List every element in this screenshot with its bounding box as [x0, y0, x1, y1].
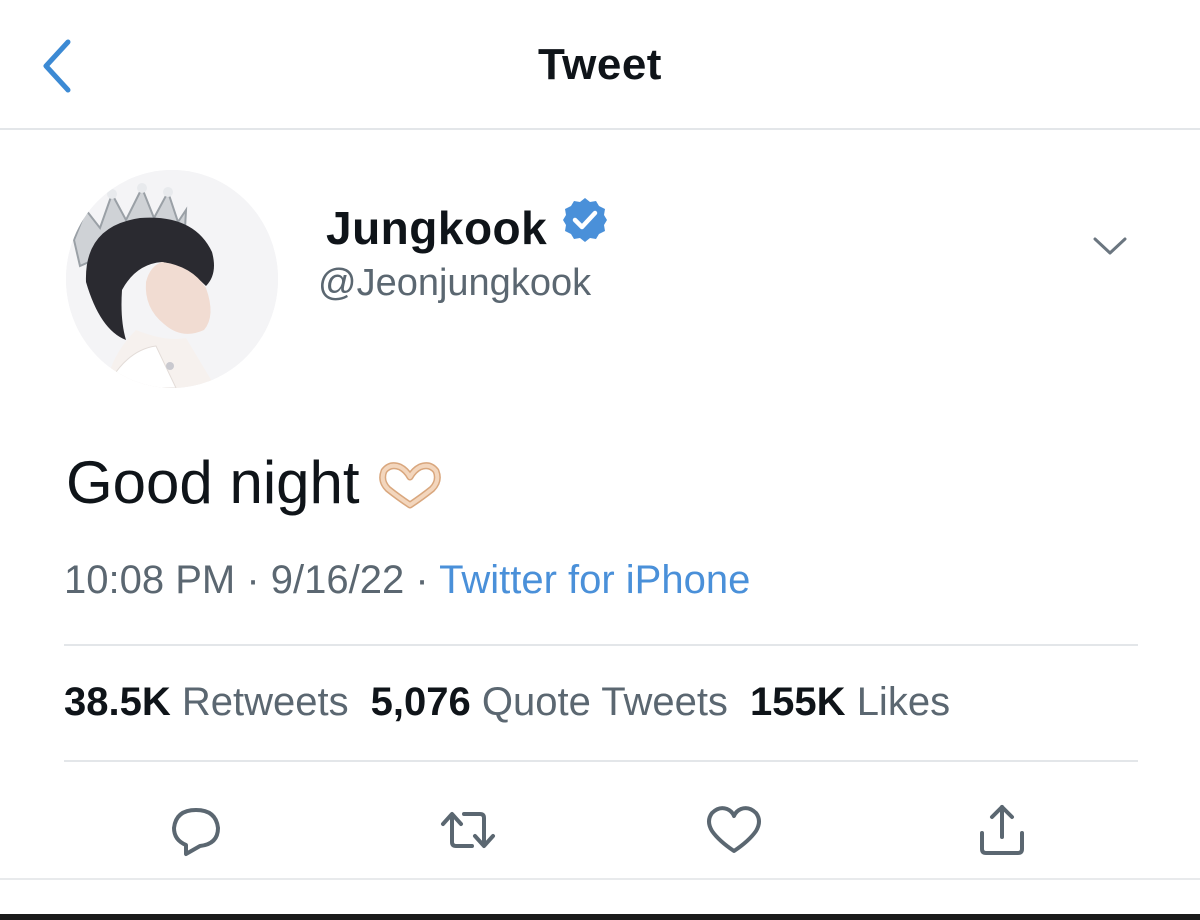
divider [0, 878, 1200, 880]
page-title: Tweet [538, 40, 662, 89]
likes-count: 155K [749, 680, 846, 724]
quote-tweets-stat[interactable]: 5,076 Quote Tweets [371, 680, 728, 724]
author-handle[interactable]: @Jeonjungkook [318, 262, 591, 305]
author-name-row[interactable]: Jungkook [326, 196, 609, 260]
likes-label: Likes [856, 680, 951, 724]
reply-button[interactable] [156, 790, 236, 870]
divider [64, 644, 1138, 646]
share-icon [980, 805, 1024, 855]
verified-badge-icon [563, 198, 608, 242]
tweet-date: 9/16/22 [270, 558, 405, 602]
more-options-button[interactable] [1086, 226, 1134, 266]
likes-stat[interactable]: 155K Likes [750, 680, 950, 724]
top-navigation-bar: Tweet [0, 0, 1200, 130]
avatar[interactable] [66, 170, 278, 388]
heart-hands-emoji-icon [378, 461, 441, 508]
retweets-label: Retweets [181, 680, 349, 724]
display-name[interactable]: Jungkook [326, 201, 547, 255]
retweets-stat[interactable]: 38.5K Retweets [64, 680, 349, 724]
reply-icon [172, 808, 220, 856]
separator: · [246, 558, 271, 602]
separator: · [415, 558, 440, 602]
retweet-button[interactable] [428, 790, 508, 870]
tweet-time: 10:08 PM [64, 558, 236, 602]
like-button[interactable] [694, 790, 774, 870]
engagement-stats: 38.5K Retweets 5,076 Quote Tweets 155K Lik… [64, 680, 950, 725]
tweet-text: Good night [66, 448, 442, 517]
like-icon [707, 806, 761, 853]
tweet-source-link[interactable]: Twitter for iPhone [439, 558, 750, 602]
tweet-body: Good night [66, 449, 360, 516]
quote-tweets-label: Quote Tweets [481, 680, 728, 724]
profile-photo [66, 170, 278, 388]
tweet-timestamp-row: 10:08 PM · 9/16/22 · Twitter for iPhone [64, 558, 750, 603]
share-button[interactable] [962, 790, 1042, 870]
tweet-actions [0, 790, 1200, 870]
bottom-edge [0, 914, 1200, 920]
quote-tweets-count: 5,076 [370, 680, 471, 724]
divider [64, 760, 1138, 762]
chevron-down-icon [1093, 237, 1127, 255]
retweets-count: 38.5K [64, 680, 171, 724]
retweet-icon [441, 812, 495, 848]
